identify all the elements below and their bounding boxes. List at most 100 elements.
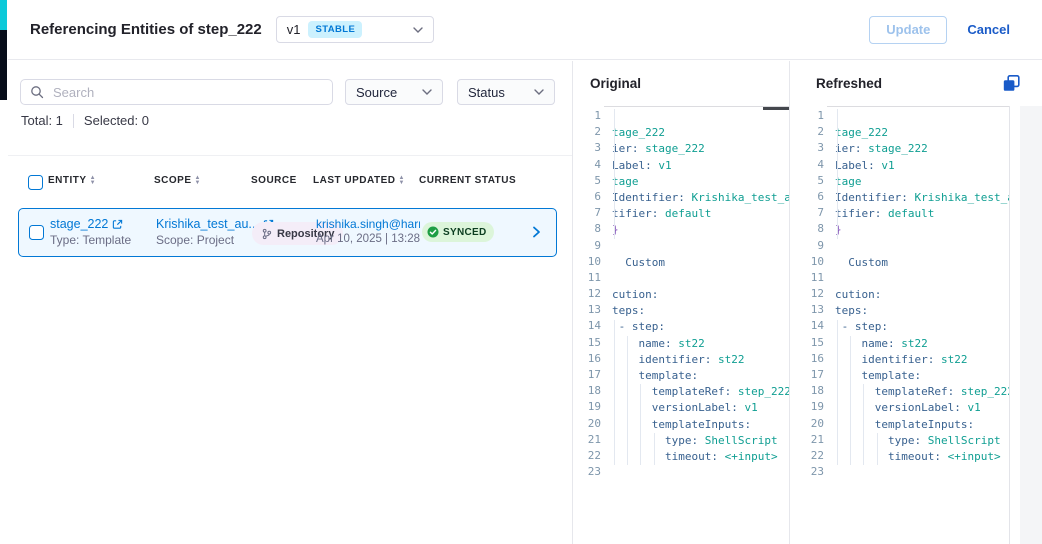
- code-line: templateInputs:: [827, 417, 1009, 433]
- code-line: identifier: st22: [827, 352, 1009, 368]
- updated-by-link[interactable]: krishika.singh@harnes...: [316, 217, 420, 231]
- code-line: name: st22: [604, 336, 789, 352]
- table-row[interactable]: stage_222 Type: Template Krishika_test_a…: [18, 208, 557, 257]
- code-line: Label: v1: [604, 158, 789, 174]
- scrollbar-track: [1020, 106, 1042, 544]
- code-line: template:: [604, 368, 789, 384]
- line-number: 4: [791, 157, 824, 173]
- search-input[interactable]: [51, 84, 323, 101]
- code-line: versionLabel: v1: [827, 400, 1009, 416]
- indent-guide: [654, 433, 655, 465]
- code-line: Custom: [827, 255, 1009, 271]
- indent-guide: [614, 109, 615, 239]
- refreshed-code-area[interactable]: 1234567891011121314151617181920212223 ta…: [791, 106, 1042, 544]
- indent-guide: [877, 433, 878, 465]
- sort-icon[interactable]: ▲▼: [90, 176, 96, 186]
- line-number: 20: [574, 416, 601, 432]
- line-number: 9: [791, 238, 824, 254]
- search-icon: [30, 85, 44, 99]
- line-number: 7: [574, 205, 601, 221]
- line-number: 19: [574, 399, 601, 415]
- line-number: 10: [574, 254, 601, 270]
- updated-at: Apr 10, 2025 | 13:28pm: [316, 233, 420, 245]
- column-header-source: SOURCE: [251, 175, 297, 186]
- original-code[interactable]: tage_222ier: stage_222Label: v1tageIdent…: [604, 106, 789, 544]
- code-line: type: ShellScript: [604, 433, 789, 449]
- line-number: 23: [574, 464, 601, 480]
- original-panel-title: Original: [590, 76, 641, 91]
- code-line: cution:: [604, 287, 789, 303]
- indent-guide: [627, 336, 628, 466]
- selected-count: Selected: 0: [84, 113, 149, 128]
- sort-icon[interactable]: ▲▼: [195, 176, 201, 186]
- table-header: ENTITY ▲▼ SCOPE ▲▼ SOURCE LAST UPDATED ▲…: [8, 175, 564, 193]
- line-number: 3: [791, 140, 824, 156]
- cancel-button[interactable]: Cancel: [967, 22, 1010, 37]
- line-number: 16: [791, 351, 824, 367]
- line-number: 17: [791, 367, 824, 383]
- chevron-down-icon: [422, 89, 432, 95]
- indent-guide: [614, 320, 615, 466]
- line-number: 18: [791, 383, 824, 399]
- line-number: 19: [791, 399, 824, 415]
- line-number: 9: [574, 238, 601, 254]
- code-line: [604, 109, 789, 125]
- indent-guide: [837, 320, 838, 466]
- line-number: 8: [791, 221, 824, 237]
- code-line: templateInputs:: [604, 417, 789, 433]
- sort-icon[interactable]: ▲▼: [398, 176, 404, 186]
- code-line: Custom: [604, 255, 789, 271]
- code-line: tage_222: [827, 125, 1009, 141]
- source-filter-dropdown[interactable]: Source: [345, 79, 443, 105]
- chevron-down-icon: [413, 27, 423, 33]
- page-edge-sidebar-sliver: [0, 30, 7, 100]
- line-number: 23: [791, 464, 824, 480]
- refreshed-line-numbers: 1234567891011121314151617181920212223: [791, 106, 827, 544]
- code-line: [827, 465, 1009, 481]
- page-edge-accent: [0, 0, 7, 30]
- last-updated-cell: krishika.singh@harnes... Apr 10, 2025 | …: [316, 217, 420, 245]
- column-header-last-updated[interactable]: LAST UPDATED ▲▼: [313, 175, 405, 186]
- row-checkbox[interactable]: [29, 225, 44, 240]
- line-number: 6: [574, 189, 601, 205]
- external-link-icon: [112, 219, 123, 230]
- column-header-scope[interactable]: SCOPE ▲▼: [154, 175, 201, 186]
- version-selector[interactable]: v1 STABLE: [276, 16, 434, 43]
- total-count: Total: 1: [21, 113, 63, 128]
- refreshed-code[interactable]: tage_222ier: stage_222Label: v1tageIdent…: [827, 106, 1009, 544]
- line-number: 14: [574, 318, 601, 334]
- code-line: }: [604, 222, 789, 238]
- code-line: timeout: <+input>: [604, 449, 789, 465]
- line-number: 22: [791, 448, 824, 464]
- line-number: 1: [574, 108, 601, 124]
- line-number: 2: [791, 124, 824, 140]
- scrollbar-gutter: [1009, 106, 1042, 544]
- entity-link[interactable]: stage_222: [50, 217, 131, 231]
- code-line: templateRef: step_222: [827, 384, 1009, 400]
- line-number: 11: [574, 270, 601, 286]
- update-button[interactable]: Update: [869, 16, 947, 44]
- horizontal-scrollbar-thumb[interactable]: [763, 107, 789, 110]
- original-code-area[interactable]: 1234567891011121314151617181920212223 ta…: [574, 106, 789, 544]
- status-filter-dropdown[interactable]: Status: [457, 79, 555, 105]
- line-number: 14: [791, 318, 824, 334]
- code-line: [827, 239, 1009, 255]
- line-number: 8: [574, 221, 601, 237]
- code-line: tage: [604, 174, 789, 190]
- indent-guide: [863, 384, 864, 465]
- code-line: Label: v1: [827, 158, 1009, 174]
- copy-button[interactable]: [1002, 74, 1021, 93]
- column-header-entity[interactable]: ENTITY ▲▼: [48, 175, 96, 186]
- original-line-numbers: 1234567891011121314151617181920212223: [574, 106, 604, 544]
- line-number: 21: [791, 432, 824, 448]
- select-all-checkbox[interactable]: [28, 175, 43, 190]
- line-number: 13: [574, 302, 601, 318]
- code-line: - step:: [827, 319, 1009, 335]
- git-repository-icon: [261, 228, 272, 240]
- counts-bar: Total: 1 Selected: 0: [21, 113, 149, 128]
- chevron-right-icon[interactable]: [532, 226, 541, 238]
- counts-divider: [73, 114, 74, 128]
- modal-header: Referencing Entities of step_222 v1 STAB…: [8, 0, 1042, 60]
- line-number: 2: [574, 124, 601, 140]
- line-number: 18: [574, 383, 601, 399]
